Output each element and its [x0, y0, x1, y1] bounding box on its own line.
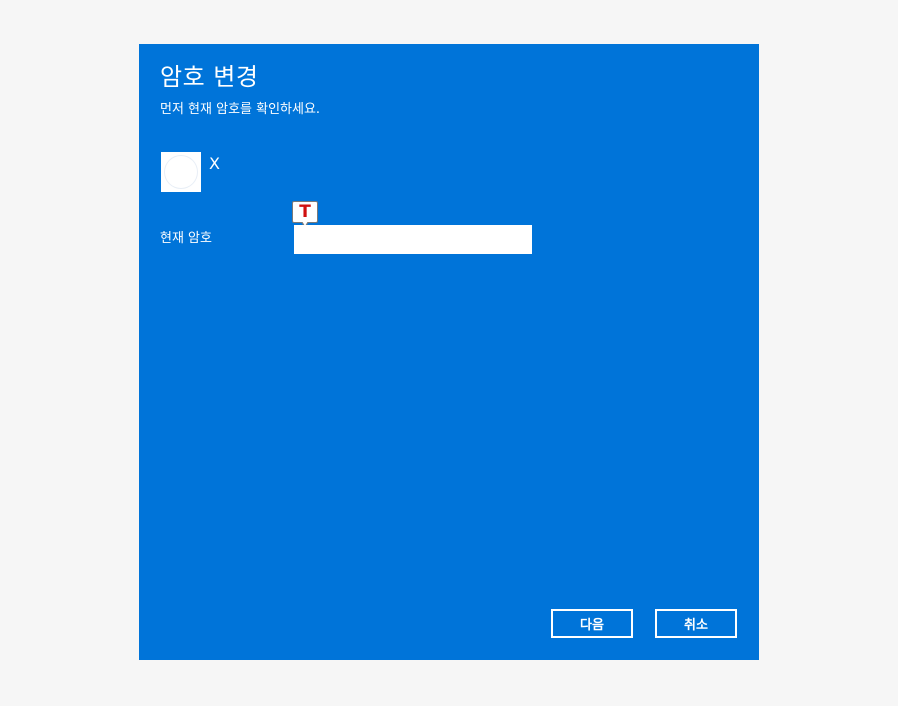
dialog-title: 암호 변경 — [160, 63, 259, 91]
next-button[interactable]: 다음 — [551, 609, 633, 638]
account-username: X — [209, 154, 220, 173]
dialog-subtitle: 먼저 현재 암호를 확인하세요. — [160, 102, 321, 117]
avatar-circle — [164, 155, 198, 189]
ime-glyph: T — [299, 202, 311, 222]
ime-mode-icon: T — [292, 201, 318, 228]
cancel-button[interactable]: 취소 — [655, 609, 737, 638]
current-password-label: 현재 암호 — [160, 231, 212, 246]
user-avatar-icon — [161, 152, 201, 192]
change-password-dialog: 암호 변경 먼저 현재 암호를 확인하세요. X 현재 암호 T 다음 취소 — [139, 44, 759, 660]
current-password-input[interactable] — [294, 225, 532, 254]
